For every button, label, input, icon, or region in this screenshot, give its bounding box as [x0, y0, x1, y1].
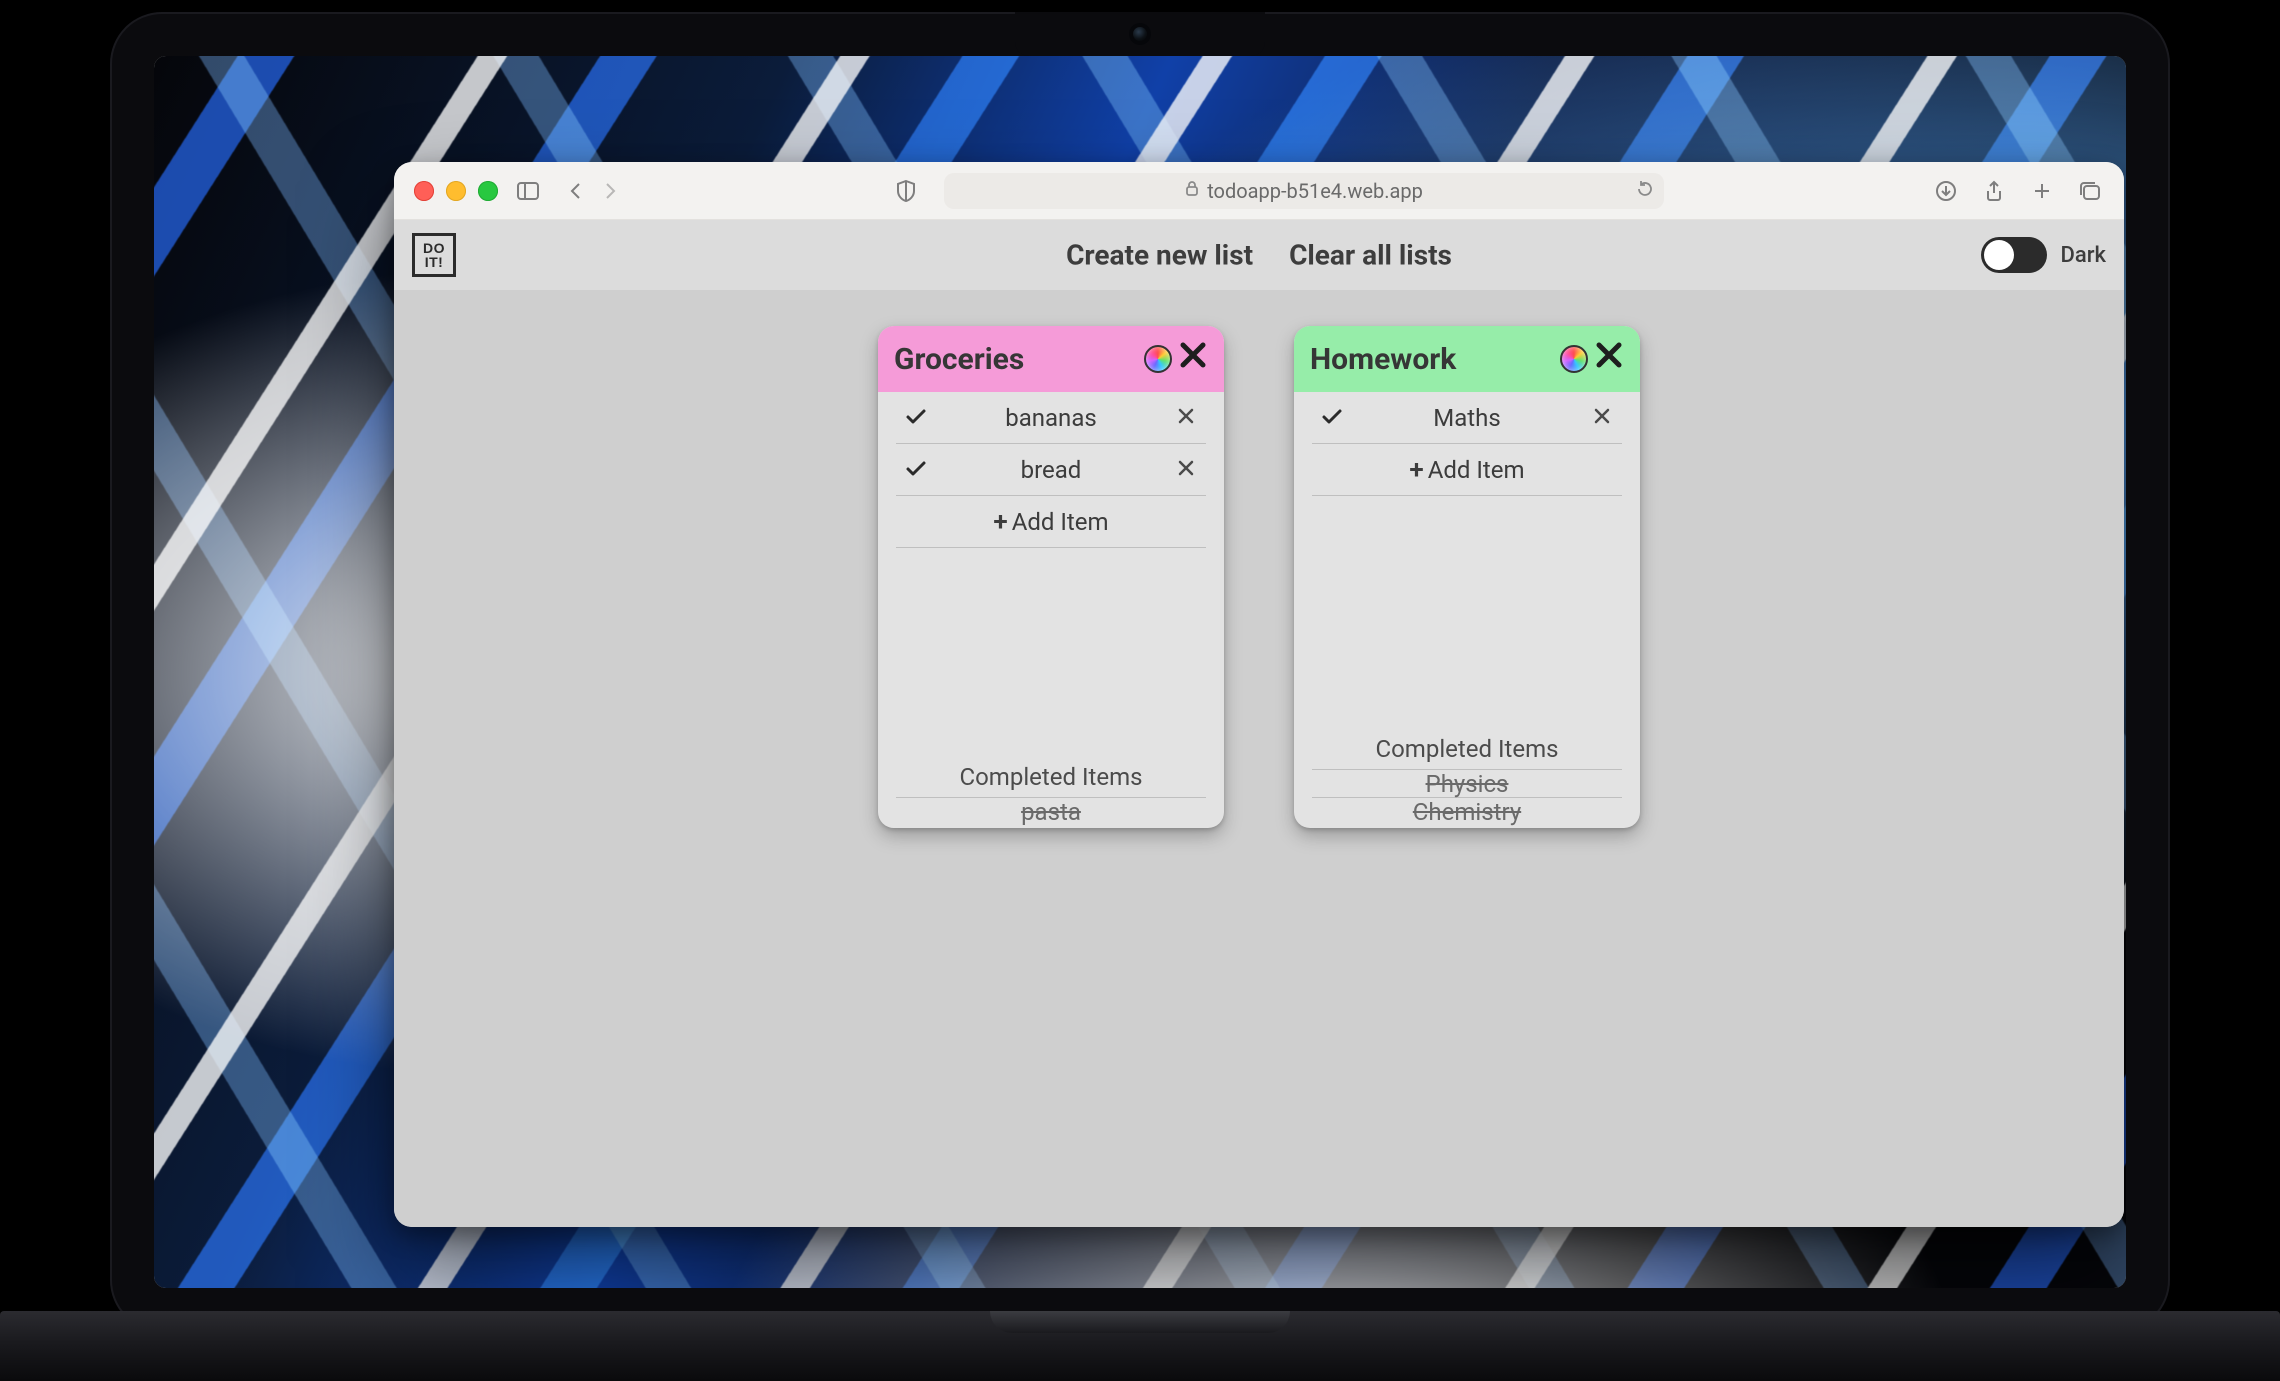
list-title: Homework	[1310, 342, 1560, 377]
list-item: bread	[896, 444, 1206, 496]
privacy-shield-icon[interactable]	[892, 177, 920, 205]
completed-list: pasta	[896, 797, 1206, 826]
plus-icon: +	[1409, 457, 1423, 483]
window-fullscreen-button[interactable]	[478, 181, 498, 201]
window-controls	[414, 181, 498, 201]
logo-line-1: DO	[423, 241, 445, 255]
dark-mode-switch[interactable]	[1981, 237, 2047, 273]
laptop-base	[0, 1311, 2280, 1381]
list-header: Groceries	[878, 326, 1224, 392]
forward-button[interactable]	[596, 177, 624, 205]
completed-item: Chemistry	[1312, 798, 1622, 826]
complete-item-icon[interactable]	[1312, 404, 1352, 432]
app-header: DO IT! Create new list Clear all lists D…	[394, 220, 2124, 290]
complete-item-icon[interactable]	[896, 456, 936, 484]
plus-icon: +	[993, 509, 1007, 535]
delete-item-icon[interactable]	[1582, 405, 1622, 430]
address-url: todoapp-b51e4.web.app	[1207, 179, 1423, 203]
add-item-button[interactable]: + Add Item	[1312, 444, 1622, 496]
window-minimize-button[interactable]	[446, 181, 466, 201]
delete-item-icon[interactable]	[1166, 457, 1206, 482]
list-item: bananas	[896, 392, 1206, 444]
stage: todoapp-b51e4.web.app	[0, 0, 2280, 1381]
laptop-bezel: todoapp-b51e4.web.app	[110, 12, 2170, 1332]
item-label: bananas	[936, 404, 1166, 432]
list-item: Maths	[1312, 392, 1622, 444]
toolbar-right	[1932, 177, 2104, 205]
tabs-overview-icon[interactable]	[2076, 177, 2104, 205]
list-header: Homework	[1294, 326, 1640, 392]
list-card-groceries: Groceries	[878, 326, 1224, 828]
add-item-label: Add Item	[1012, 508, 1109, 536]
share-icon[interactable]	[1980, 177, 2008, 205]
completed-header: Completed Items	[1312, 726, 1622, 769]
completed-item: Physics	[1312, 770, 1622, 798]
theme-toggle: Dark	[1981, 237, 2106, 273]
color-picker-icon[interactable]	[1560, 345, 1588, 373]
downloads-icon[interactable]	[1932, 177, 1960, 205]
laptop-notch	[1015, 12, 1265, 56]
add-item-button[interactable]: + Add Item	[896, 496, 1206, 548]
completed-list: Physics Chemistry	[1312, 769, 1622, 826]
create-list-button[interactable]: Create new list	[1066, 239, 1253, 272]
header-actions: Create new list Clear all lists	[1066, 239, 1452, 272]
delete-list-icon[interactable]	[1594, 340, 1624, 378]
list-body: Maths + Add Item	[1294, 392, 1640, 828]
clear-lists-button[interactable]: Clear all lists	[1289, 239, 1452, 272]
back-button[interactable]	[562, 177, 590, 205]
browser-titlebar: todoapp-b51e4.web.app	[394, 162, 2124, 220]
list-title: Groceries	[894, 342, 1144, 377]
sidebar-toggle-icon[interactable]	[514, 177, 542, 205]
lock-icon	[1185, 180, 1199, 201]
completed-header: Completed Items	[896, 754, 1206, 797]
completed-section: Completed Items pasta	[896, 754, 1206, 828]
browser-window: todoapp-b51e4.web.app	[394, 162, 2124, 1227]
color-picker-icon[interactable]	[1144, 345, 1172, 373]
laptop: todoapp-b51e4.web.app	[110, 12, 2170, 1332]
completed-item: pasta	[896, 798, 1206, 826]
delete-list-icon[interactable]	[1178, 340, 1208, 378]
logo-line-2: IT!	[425, 255, 444, 269]
address-bar[interactable]: todoapp-b51e4.web.app	[944, 173, 1664, 209]
nav-arrows	[562, 177, 624, 205]
add-item-label: Add Item	[1428, 456, 1525, 484]
dark-mode-label: Dark	[2061, 243, 2106, 268]
completed-section: Completed Items Physics Chemistry	[1312, 726, 1622, 828]
window-close-button[interactable]	[414, 181, 434, 201]
list-body: bananas brea	[878, 392, 1224, 828]
app-logo[interactable]: DO IT!	[412, 233, 456, 277]
list-header-actions	[1560, 340, 1624, 378]
laptop-screen: todoapp-b51e4.web.app	[154, 56, 2126, 1288]
item-label: bread	[936, 456, 1166, 484]
app-root: DO IT! Create new list Clear all lists D…	[394, 220, 2124, 1227]
list-card-homework: Homework	[1294, 326, 1640, 828]
new-tab-icon[interactable]	[2028, 177, 2056, 205]
reload-icon[interactable]	[1636, 179, 1654, 203]
board: Groceries	[394, 290, 2124, 1227]
item-label: Maths	[1352, 404, 1582, 432]
list-header-actions	[1144, 340, 1208, 378]
delete-item-icon[interactable]	[1166, 405, 1206, 430]
complete-item-icon[interactable]	[896, 404, 936, 432]
